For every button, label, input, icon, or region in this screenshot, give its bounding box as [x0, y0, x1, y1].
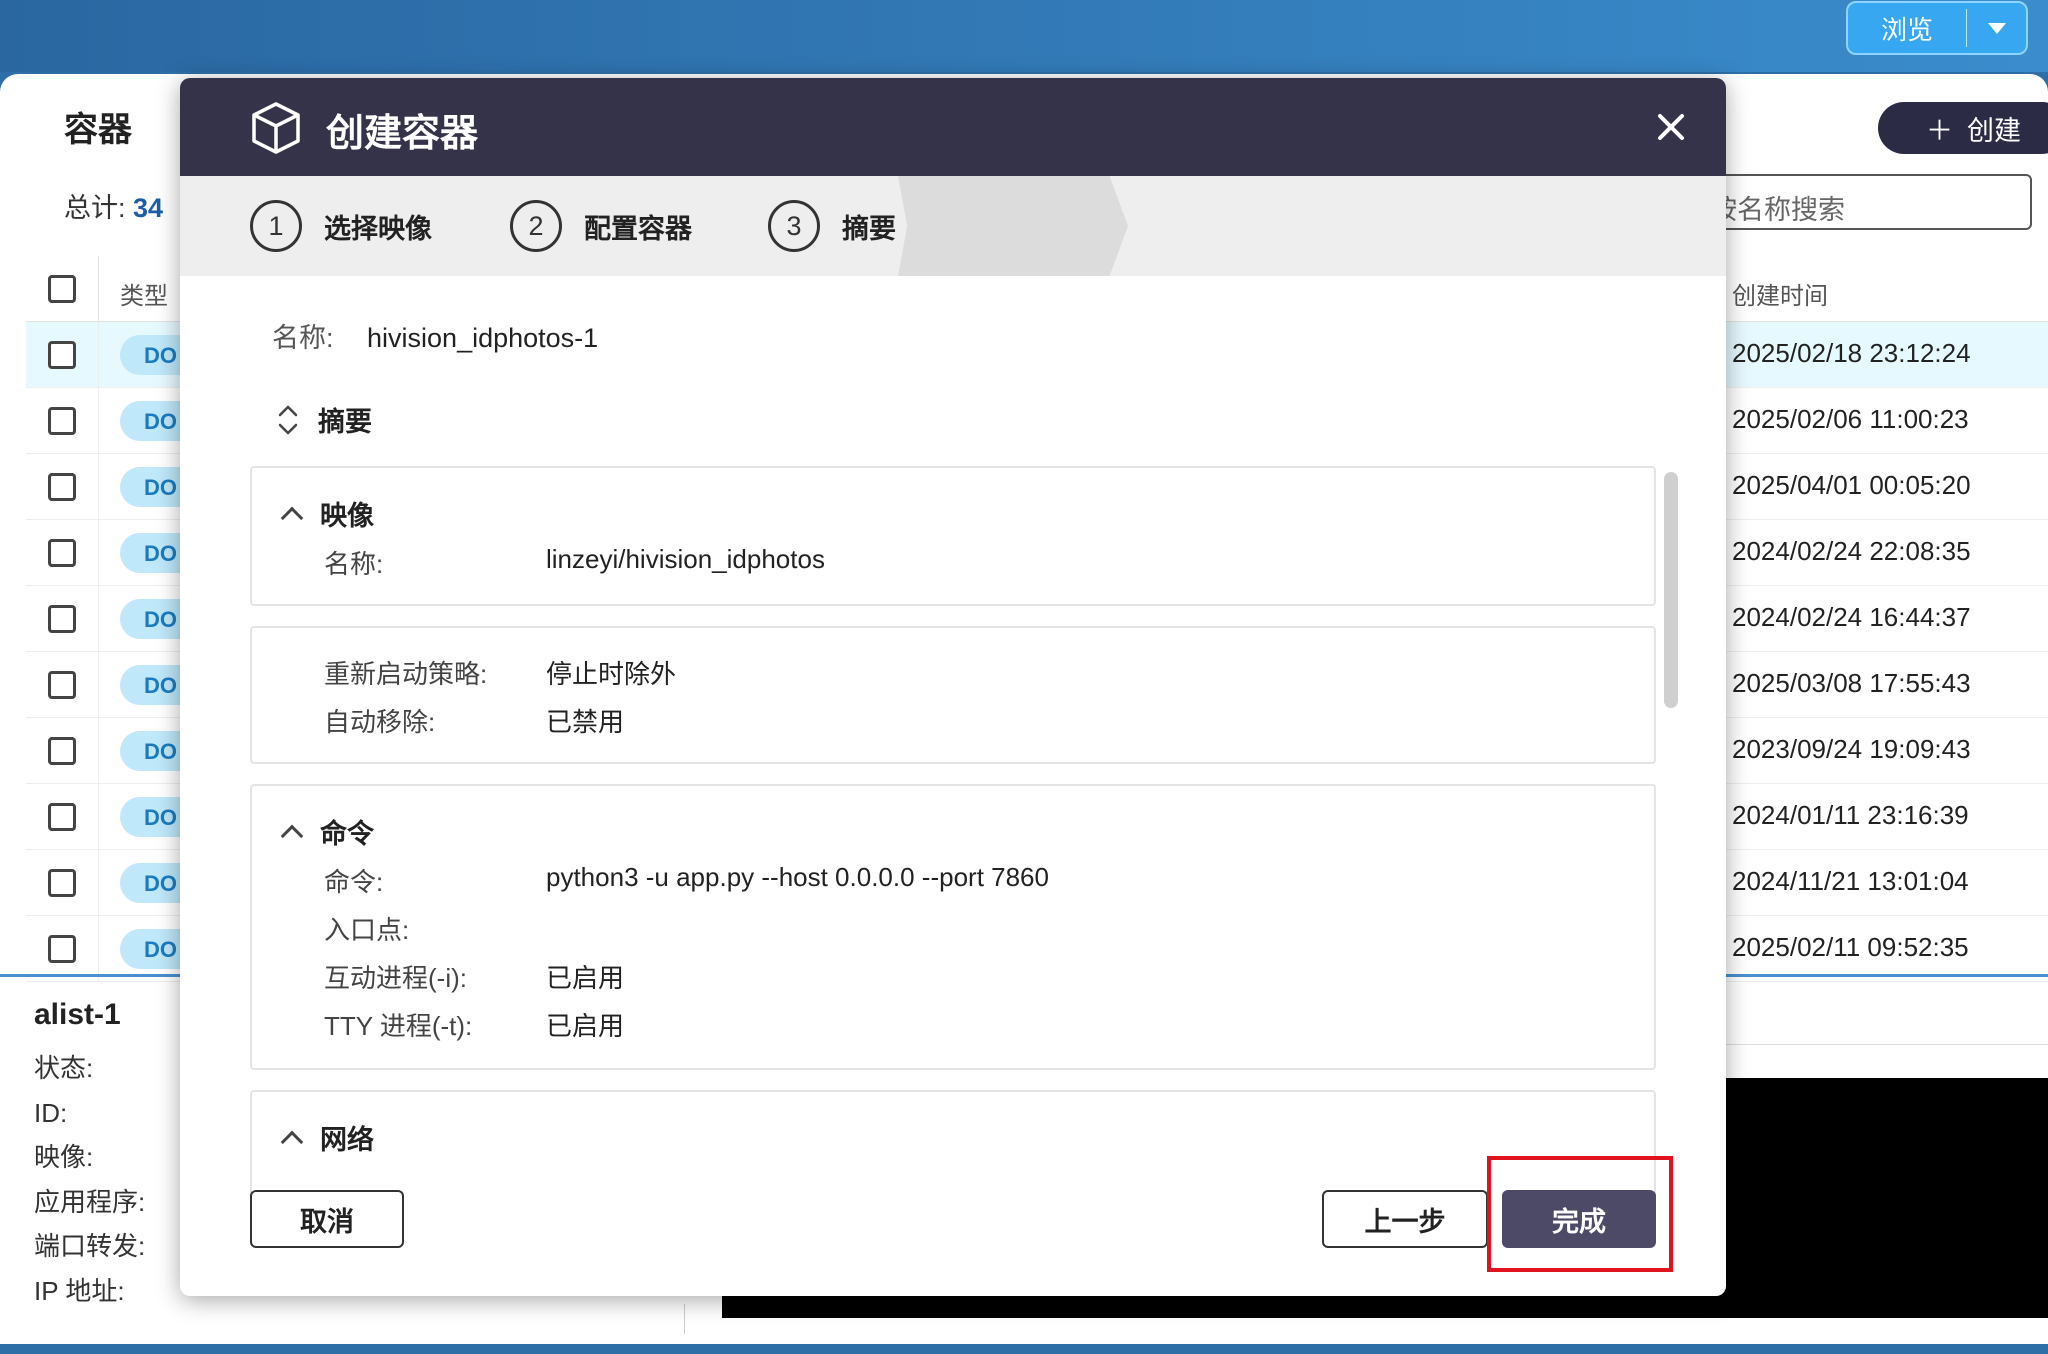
- created-time: 2025/02/06 11:00:23: [1732, 404, 1969, 434]
- created-time: 2025/03/08 17:55:43: [1732, 668, 1971, 698]
- restart-policy-section: 重新启动策略: 停止时除外 自动移除: 已禁用: [250, 626, 1656, 764]
- created-time: 2025/02/11 09:52:35: [1732, 932, 1969, 962]
- row-checkbox[interactable]: [48, 935, 76, 963]
- created-time: 2023/09/24 19:09:43: [1732, 734, 1971, 764]
- active-step-indicator: [898, 176, 1128, 276]
- chevron-up-icon: [280, 506, 304, 529]
- search-input[interactable]: 按名称搜索: [1700, 174, 2032, 230]
- cancel-button[interactable]: 取消: [250, 1190, 404, 1248]
- detail-labels: 状态: ID: 映像: 应用程序: 端口转发: IP 地址:: [34, 1053, 146, 1306]
- created-time: 2024/02/24 22:08:35: [1732, 536, 1971, 566]
- image-section-toggle[interactable]: 映像: [280, 494, 374, 533]
- row-checkbox[interactable]: [48, 803, 76, 831]
- detail-container-name: alist-1: [34, 998, 121, 1031]
- top-bar: 浏览: [0, 0, 2048, 72]
- dialog-title: 创建容器: [326, 113, 479, 155]
- row-checkbox[interactable]: [48, 407, 76, 435]
- chevron-up-icon: [280, 824, 304, 847]
- create-container-dialog: 创建容器 1 选择映像 2 配置容器 3 摘要 名称: hivision_idp…: [180, 78, 1726, 1296]
- dialog-header: 创建容器: [180, 78, 1726, 176]
- container-name-row: 名称: hivision_idphotos-1: [272, 323, 599, 353]
- row-checkbox[interactable]: [48, 341, 76, 369]
- row-checkbox[interactable]: [48, 869, 76, 897]
- content-scrollbar[interactable]: [1664, 472, 1678, 708]
- close-icon[interactable]: [1656, 112, 1686, 142]
- summary-content[interactable]: 映像 名称: linzeyi/hivision_idphotos 重新启动策略:…: [250, 466, 1668, 1228]
- created-time: 2025/02/18 23:12:24: [1732, 338, 1971, 368]
- command-section: 命令 命令: python3 -u app.py --host 0.0.0.0 …: [250, 784, 1656, 1070]
- chevron-down-icon: [1987, 22, 2006, 34]
- image-section: 映像 名称: linzeyi/hivision_idphotos: [250, 466, 1656, 606]
- summary-collapse-toggle[interactable]: 摘要: [276, 400, 372, 439]
- finish-button-highlight: [1487, 1156, 1673, 1272]
- created-time: 2024/02/24 16:44:37: [1732, 602, 1971, 632]
- network-section-toggle[interactable]: 网络: [280, 1118, 374, 1157]
- total-count: 总计: 34: [64, 193, 164, 223]
- row-checkbox[interactable]: [48, 473, 76, 501]
- previous-step-button[interactable]: 上一步: [1322, 1190, 1488, 1248]
- column-header-created[interactable]: 创建时间: [1732, 276, 1828, 311]
- created-time: 2024/01/11 23:16:39: [1732, 800, 1969, 830]
- column-header-type[interactable]: 类型: [120, 276, 168, 311]
- browse-button[interactable]: 浏览: [1846, 1, 2028, 55]
- cube-icon: [252, 102, 300, 154]
- create-button[interactable]: ＋ 创建: [1878, 102, 2048, 154]
- created-time: 2025/04/01 00:05:20: [1732, 470, 1971, 500]
- page-title: 容器: [64, 111, 132, 149]
- container-name-value: hivision_idphotos-1: [367, 323, 599, 353]
- command-section-toggle[interactable]: 命令: [280, 812, 374, 851]
- row-checkbox[interactable]: [48, 737, 76, 765]
- step-summary[interactable]: 3 摘要: [768, 176, 896, 276]
- row-checkbox[interactable]: [48, 539, 76, 567]
- browse-dropdown-toggle[interactable]: [1967, 22, 2026, 34]
- step-configure-container[interactable]: 2 配置容器: [510, 176, 692, 276]
- created-time: 2024/11/21 13:01:04: [1732, 866, 1969, 896]
- plus-icon: ＋: [1926, 115, 1953, 146]
- select-all-checkbox[interactable]: [48, 275, 76, 303]
- row-checkbox[interactable]: [48, 605, 76, 633]
- row-checkbox[interactable]: [48, 671, 76, 699]
- step-select-image[interactable]: 1 选择映像: [250, 176, 432, 276]
- chevron-up-icon: [280, 1130, 304, 1153]
- expand-collapse-icon: [278, 405, 298, 434]
- browse-label: 浏览: [1880, 14, 1933, 45]
